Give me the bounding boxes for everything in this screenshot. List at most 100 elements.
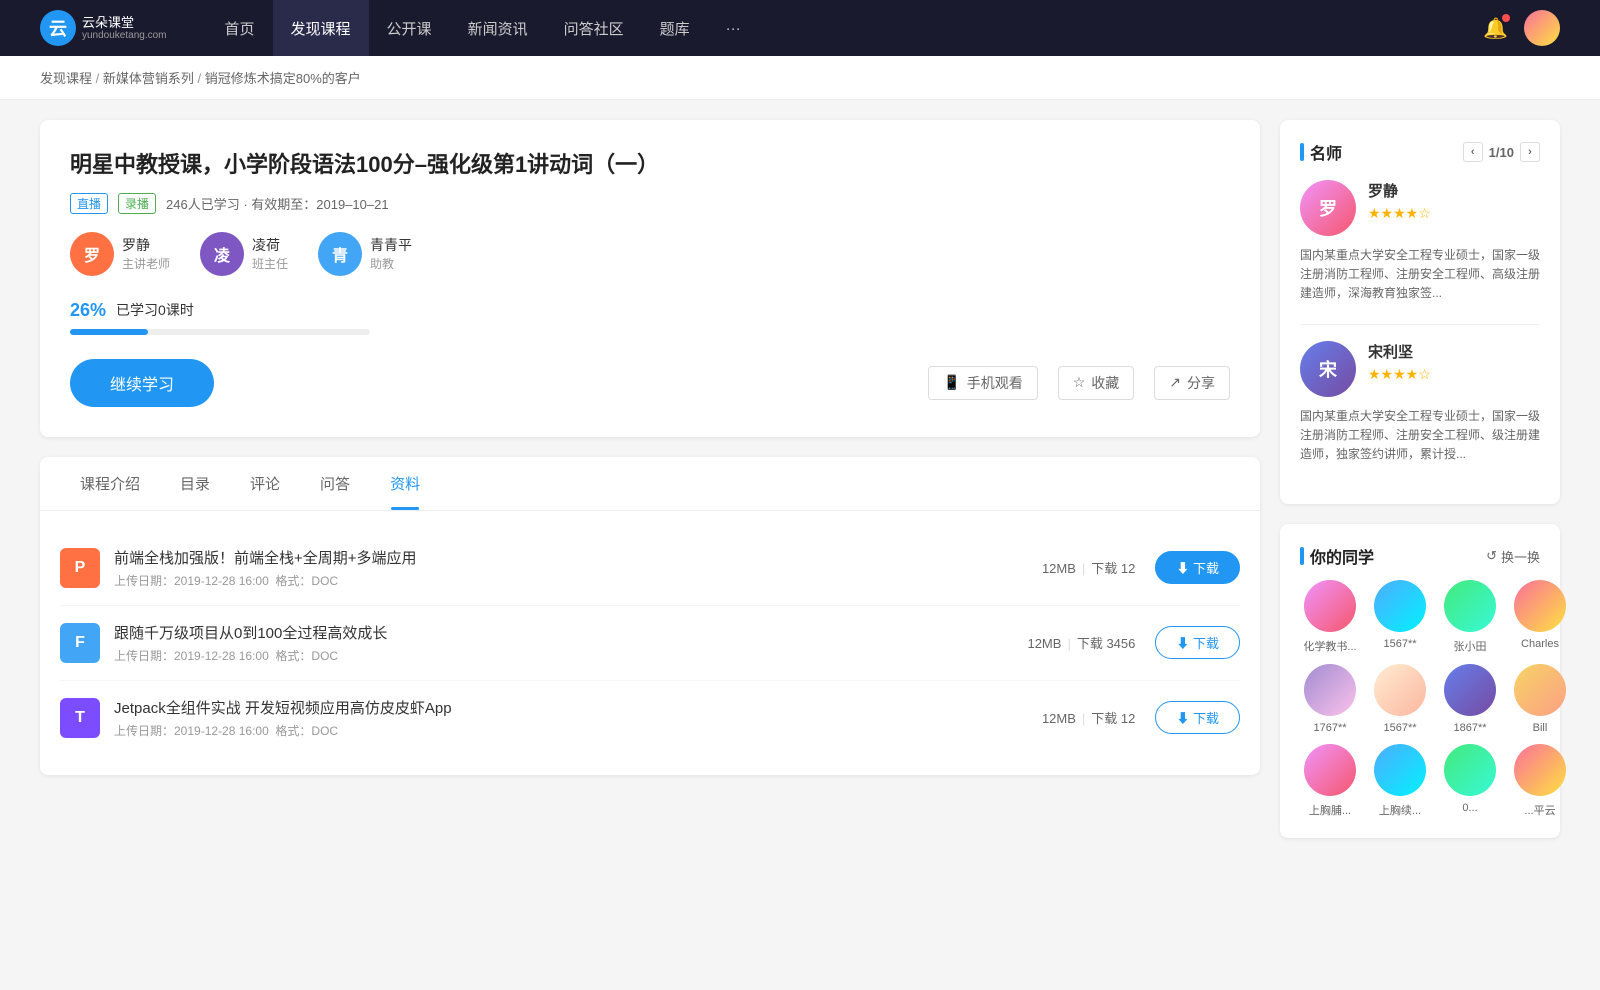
sidebar-teacher-0-stars: ★★★★☆ [1368, 205, 1431, 222]
classmate-3-avatar [1514, 580, 1566, 632]
file-info-1: 跟随千万级项目从0到100全过程高效成长 上传日期：2019-12-28 16:… [114, 622, 1027, 664]
nav-item-discover[interactable]: 发现课程 [273, 0, 369, 56]
progress-bar-bg [70, 329, 370, 335]
nav-item-home[interactable]: 首页 [207, 0, 273, 56]
nav-item-news[interactable]: 新闻资讯 [450, 0, 546, 56]
title-bar-icon [1300, 143, 1304, 161]
classmate-9[interactable]: 上胸续... [1370, 744, 1430, 818]
tab-contents[interactable]: 目录 [160, 457, 230, 510]
classmate-1-name: 1567** [1370, 638, 1430, 650]
logo[interactable]: 云 云朵课堂 yundouketang.com [40, 10, 167, 46]
share-icon: ↗ [1169, 374, 1181, 391]
tab-reviews[interactable]: 评论 [230, 457, 300, 510]
classmate-2-avatar [1444, 580, 1496, 632]
teacher-0-role: 主讲老师 [122, 255, 170, 272]
nav-item-opencourse[interactable]: 公开课 [369, 0, 450, 56]
teacher-0: 罗 罗静 主讲老师 [70, 232, 170, 276]
file-stats-1: 12MB|下载 3456 [1027, 633, 1135, 652]
refresh-classmates-button[interactable]: ↺ 换一换 [1486, 547, 1540, 566]
download-button-1[interactable]: ⬇ 下载 [1155, 626, 1240, 659]
file-info-0: 前端全栈加强版！前端全栈+全周期+多端应用 上传日期：2019-12-28 16… [114, 547, 1042, 589]
nav-item-qa[interactable]: 问答社区 [546, 0, 642, 56]
refresh-label: 换一换 [1501, 547, 1540, 566]
classmate-0-avatar [1304, 580, 1356, 632]
classmate-4[interactable]: 1767** [1300, 664, 1360, 734]
classmate-10-avatar [1444, 744, 1496, 796]
bell-icon[interactable]: 🔔 [1483, 16, 1508, 41]
classmate-6-name: 1867** [1440, 722, 1500, 734]
classmate-6[interactable]: 1867** [1440, 664, 1500, 734]
mobile-view-button[interactable]: 📱 手机观看 [928, 366, 1037, 400]
classmate-2[interactable]: 张小田 [1440, 580, 1500, 654]
prev-teacher-button[interactable]: ‹ [1463, 142, 1483, 162]
mobile-label: 手机观看 [967, 373, 1023, 393]
file-icon-0: P [60, 548, 100, 588]
file-item-2: T Jetpack全组件实战 开发短视频应用高仿皮皮虾App 上传日期：2019… [60, 681, 1240, 755]
share-button[interactable]: ↗ 分享 [1154, 366, 1230, 400]
nav-item-quiz[interactable]: 题库 [642, 0, 708, 56]
teacher-1-avatar: 凌 [200, 232, 244, 276]
classmate-10[interactable]: 0... [1440, 744, 1500, 818]
main-layout: 明星中教授课，小学阶段语法100分–强化级第1讲动词（一） 直播 录播 246人… [0, 100, 1600, 878]
download-button-2[interactable]: ⬇ 下载 [1155, 701, 1240, 734]
refresh-icon: ↺ [1486, 548, 1497, 564]
classmate-11[interactable]: ...平云 [1510, 744, 1570, 818]
teachers-list: 罗 罗静 主讲老师 凌 凌荷 班主任 青 青青平 [70, 232, 1230, 276]
nav-item-more[interactable]: ··· [708, 0, 759, 56]
sidebar-teacher-0-desc: 国内某重点大学安全工程专业硕士，国家一级注册消防工程师、注册安全工程师、高级注册… [1300, 246, 1540, 304]
classmate-10-name: 0... [1440, 802, 1500, 814]
bell-notification-dot [1502, 14, 1510, 22]
classmate-11-name: ...平云 [1510, 802, 1570, 818]
classmate-1[interactable]: 1567** [1370, 580, 1430, 654]
teacher-1: 凌 凌荷 班主任 [200, 232, 288, 276]
teacher-1-role: 班主任 [252, 255, 288, 272]
badge-live: 直播 [70, 193, 108, 214]
breadcrumb-series[interactable]: 新媒体营销系列 [103, 71, 194, 86]
classmate-5-avatar [1374, 664, 1426, 716]
sidebar-teacher-0-avatar: 罗 [1300, 180, 1356, 236]
star-icon: ☆ [1073, 374, 1086, 391]
course-meta: 直播 录播 246人已学习 · 有效期至：2019–10–21 [70, 193, 1230, 214]
classmate-8[interactable]: 上胸脯... [1300, 744, 1360, 818]
teacher-2-avatar: 青 [318, 232, 362, 276]
classmate-3[interactable]: Charles [1510, 580, 1570, 654]
file-meta-2: 上传日期：2019-12-28 16:00 格式：DOC [114, 722, 1042, 739]
file-name-0: 前端全栈加强版！前端全栈+全周期+多端应用 [114, 547, 1042, 568]
teacher-0-name: 罗静 [122, 235, 170, 255]
classmate-0[interactable]: 化学教书... [1300, 580, 1360, 654]
sidebar-teacher-0-name: 罗静 [1368, 180, 1431, 201]
progress-section: 26% 已学习0课时 [70, 300, 1230, 335]
download-button-0[interactable]: ⬇ 下载 [1155, 551, 1240, 584]
teachers-sidebar-title: 名师 ‹ 1/10 › [1300, 140, 1540, 164]
collect-button[interactable]: ☆ 收藏 [1058, 366, 1135, 400]
action-buttons: 📱 手机观看 ☆ 收藏 ↗ 分享 [928, 366, 1230, 400]
continue-learning-button[interactable]: 继续学习 [70, 359, 214, 407]
tab-materials[interactable]: 资料 [370, 457, 440, 510]
next-teacher-button[interactable]: › [1520, 142, 1540, 162]
classmate-5[interactable]: 1567** [1370, 664, 1430, 734]
logo-icon: 云 [40, 10, 76, 46]
user-avatar[interactable] [1524, 10, 1560, 46]
classmate-7[interactable]: Bill [1510, 664, 1570, 734]
file-item-0: P 前端全栈加强版！前端全栈+全周期+多端应用 上传日期：2019-12-28 … [60, 531, 1240, 606]
tab-intro[interactable]: 课程介绍 [60, 457, 160, 510]
breadcrumb-course[interactable]: 销冠修炼术搞定80%的客户 [205, 71, 361, 86]
navbar: 云 云朵课堂 yundouketang.com 首页 发现课程 公开课 新闻资讯… [0, 0, 1600, 56]
teachers-page: 1/10 [1489, 145, 1514, 160]
sidebar-teacher-1-avatar: 宋 [1300, 341, 1356, 397]
teacher-divider [1300, 324, 1540, 325]
main-content: 明星中教授课，小学阶段语法100分–强化级第1讲动词（一） 直播 录播 246人… [40, 120, 1260, 858]
tabs-card: 课程介绍 目录 评论 问答 资料 P 前端全栈加强版！前端全栈+全周期+多端应用… [40, 457, 1260, 775]
file-icon-1: F [60, 623, 100, 663]
classmate-8-name: 上胸脯... [1300, 802, 1360, 818]
classmates-grid: 化学教书... 1567** 张小田 Charles 1767** [1300, 580, 1540, 818]
classmates-card: 你的同学 ↺ 换一换 化学教书... 1567** [1280, 524, 1560, 838]
tab-materials-content: P 前端全栈加强版！前端全栈+全周期+多端应用 上传日期：2019-12-28 … [40, 511, 1260, 775]
tab-qa[interactable]: 问答 [300, 457, 370, 510]
progress-bar-fill [70, 329, 148, 335]
breadcrumb-discover[interactable]: 发现课程 [40, 71, 92, 86]
teacher-1-name: 凌荷 [252, 235, 288, 255]
share-label: 分享 [1187, 373, 1215, 393]
teacher-2: 青 青青平 助教 [318, 232, 412, 276]
file-stats-0: 12MB|下载 12 [1042, 558, 1135, 577]
